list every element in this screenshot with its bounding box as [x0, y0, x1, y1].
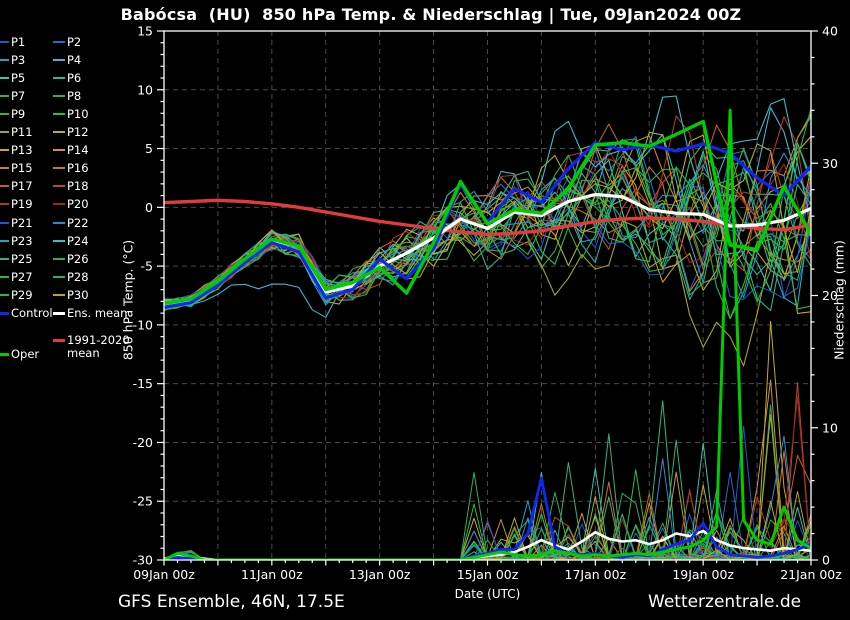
x-tick-label: 13Jan 00z	[349, 567, 411, 582]
y-tick-label-left: 5	[145, 141, 153, 156]
x-tick-label: 19Jan 00z	[672, 567, 734, 582]
x-tick-label: 09Jan 00z	[133, 567, 195, 582]
y-tick-label-left: -25	[133, 494, 153, 509]
x-tick-label: 15Jan 00z	[457, 567, 519, 582]
watermark-text: Wetterzentrale.de	[648, 592, 801, 612]
y-tick-label-right: 40	[822, 24, 838, 39]
y-tick-label-left: -30	[133, 553, 153, 568]
y-tick-label-left: -5	[141, 259, 153, 274]
y-tick-label-right: 0	[822, 553, 830, 568]
gridlines	[164, 31, 811, 560]
y-tick-label-left: 15	[137, 24, 153, 39]
y-tick-label-right: 30	[822, 156, 838, 171]
x-tick-label: 21Jan 00z	[780, 567, 842, 582]
x-tick-label: 11Jan 00z	[241, 567, 303, 582]
y-tick-label-right: 10	[822, 420, 838, 435]
y-tick-label-left: 10	[137, 82, 153, 97]
model-info-text: GFS Ensemble, 46N, 17.5E	[118, 592, 345, 612]
y-tick-label-left: -20	[133, 435, 153, 450]
y-tick-label-left: -10	[133, 317, 153, 332]
x-tick-label: 17Jan 00z	[565, 567, 627, 582]
y-axis-label-left: 850 hPa Temp. (°C)	[121, 240, 136, 360]
y-tick-label-left: -15	[133, 376, 153, 391]
y-axis-label-right: Niederschlag (mm)	[832, 240, 847, 360]
y-tick-label-left: 0	[145, 200, 153, 215]
meteogram-window: Babócsa (HU) 850 hPa Temp. & Niederschla…	[0, 0, 850, 620]
